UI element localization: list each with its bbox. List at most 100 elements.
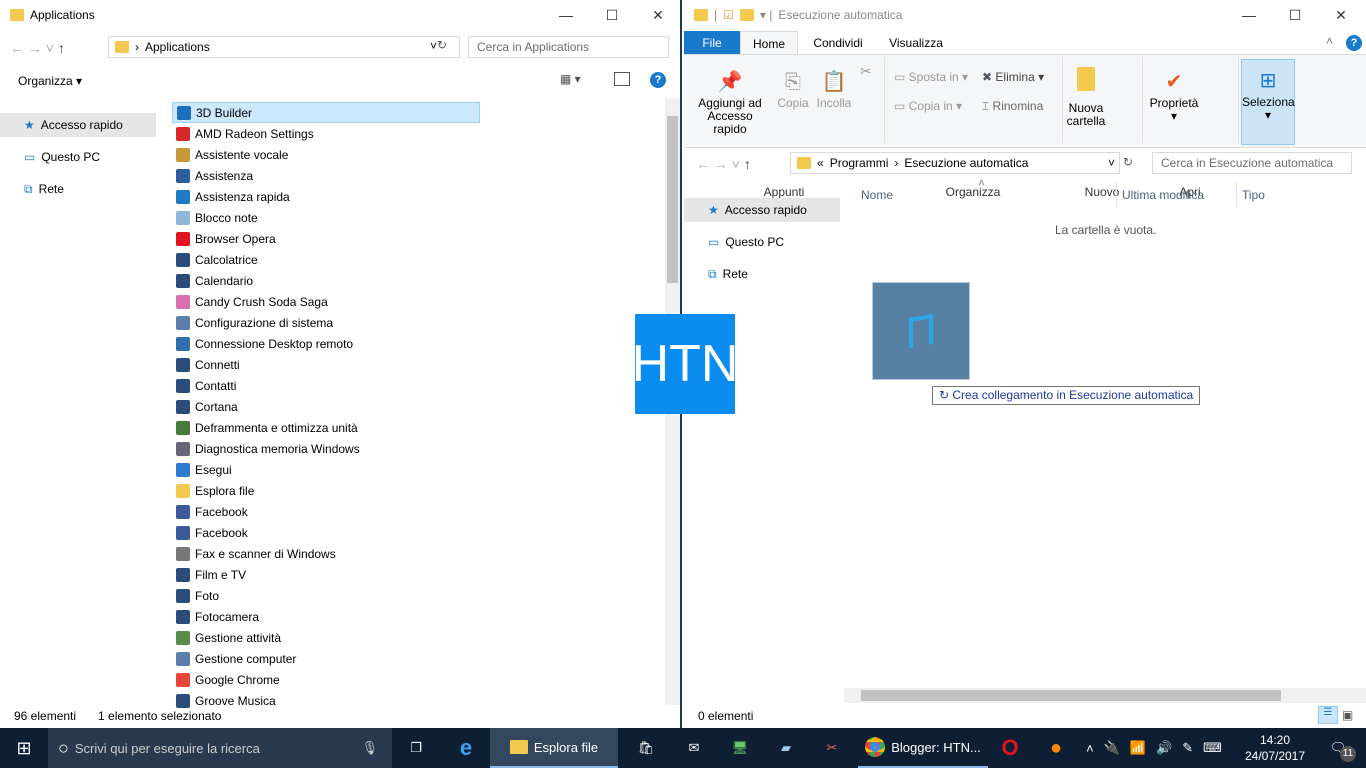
list-item[interactable]: Deframmenta e ottimizza unità [172, 417, 480, 438]
list-item[interactable]: Esegui [172, 459, 480, 480]
firefox-icon[interactable]: ● [1036, 728, 1076, 768]
close-button[interactable]: ✕ [635, 0, 680, 30]
list-item[interactable]: Gestione computer [172, 648, 480, 669]
list-item[interactable]: Fax e scanner di Windows [172, 543, 480, 564]
address-bar[interactable]: «Programmi › Esecuzione automatica ˅ [790, 152, 1120, 174]
horizontal-scrollbar[interactable] [844, 688, 1366, 703]
list-item[interactable]: 3D Builder [172, 102, 480, 123]
mail-icon[interactable]: ✉ [674, 728, 714, 768]
list-item[interactable]: Blocco note [172, 207, 480, 228]
scrollbar-thumb[interactable] [667, 116, 678, 283]
new-folder-icon[interactable] [739, 9, 754, 21]
list-item[interactable]: Candy Crush Soda Saga [172, 291, 480, 312]
chevron-down-icon[interactable]: ˅ [430, 39, 437, 53]
column-name[interactable]: Nome [861, 188, 893, 202]
tab-share[interactable]: Condividi [802, 31, 874, 55]
nav-quick-access[interactable]: ★ Accesso rapido [0, 113, 156, 137]
address-bar[interactable]: › Applications ˅ [108, 36, 460, 58]
list-item[interactable]: Gestione attività [172, 627, 480, 648]
column-modified[interactable]: Ultima modifica [1122, 188, 1204, 202]
list-item[interactable]: Foto [172, 585, 480, 606]
taskbar-chrome[interactable]: Blogger: HTN... [858, 728, 988, 768]
minimize-button[interactable]: — [1226, 0, 1272, 30]
breadcrumb-autostart[interactable]: Esecuzione automatica [904, 156, 1028, 170]
nav-arrows[interactable]: ← → ˅ ↑ [696, 156, 751, 172]
collapse-ribbon-icon[interactable]: ˄ [1326, 34, 1333, 48]
list-item[interactable]: Calendario [172, 270, 480, 291]
opera-icon[interactable]: O [990, 728, 1030, 768]
close-button[interactable]: ✕ [1318, 0, 1364, 30]
list-item[interactable]: Diagnostica memoria Windows [172, 438, 480, 459]
list-item[interactable]: Fotocamera [172, 606, 480, 627]
details-view-icon[interactable]: ☰ [1318, 706, 1338, 724]
list-item[interactable]: Configurazione di sistema [172, 312, 480, 333]
clock[interactable]: 14:20 24/07/2017 [1240, 728, 1310, 768]
search-input[interactable]: Cerca in Esecuzione automatica [1152, 152, 1352, 174]
select-button[interactable]: ⊞ Seleziona ▾ [1241, 59, 1295, 145]
move-to-button[interactable]: ▭ Sposta in ▾ [894, 71, 968, 84]
list-item[interactable]: Contatti [172, 375, 480, 396]
delete-button[interactable]: ✖ Elimina ▾ [982, 71, 1044, 84]
view-options-icon[interactable]: ▦ ▾ [560, 72, 581, 86]
paste-button[interactable]: 📋 Incolla [814, 67, 854, 110]
monitor-app-icon[interactable]: 🖥 [720, 728, 760, 768]
nav-this-pc[interactable]: ▭ Questo PC [0, 145, 156, 169]
list-item[interactable]: Assistenza rapida [172, 186, 480, 207]
nav-arrows[interactable]: ← → ˅ ↑ [10, 40, 65, 56]
refresh-icon[interactable]: ↻ [1123, 155, 1133, 169]
system-tray[interactable]: ˄ 🔌 📶 🔊 ✎ ⌨ [1084, 728, 1224, 768]
list-item[interactable]: Calcolatrice [172, 249, 480, 270]
list-item[interactable]: Assistenza [172, 165, 480, 186]
nav-quick-access[interactable]: ★ Accesso rapido [684, 198, 840, 222]
tab-view[interactable]: Visualizza [880, 31, 952, 55]
list-item[interactable]: Facebook [172, 522, 480, 543]
pin-quick-access-button[interactable]: 📌 Aggiungi ad Accesso rapido [690, 67, 770, 136]
notepad-icon[interactable]: ▰ [766, 728, 806, 768]
organize-menu[interactable]: Organizza ▾ [18, 74, 82, 88]
rename-button[interactable]: ⌶ Rinomina [982, 100, 1043, 113]
large-icons-view-icon[interactable]: ▣ [1342, 708, 1353, 722]
preview-pane-icon[interactable] [614, 72, 630, 86]
list-item[interactable]: Browser Opera [172, 228, 480, 249]
breadcrumb-programmi[interactable]: Programmi [830, 156, 889, 170]
list-item[interactable]: Esplora file [172, 480, 480, 501]
refresh-icon[interactable]: ↻ [437, 38, 447, 52]
copy-button[interactable]: ⎘ Copia [776, 67, 810, 110]
list-item[interactable]: Connessione Desktop remoto [172, 333, 480, 354]
column-type[interactable]: Tipo [1242, 188, 1265, 202]
help-icon[interactable]: ? [650, 72, 666, 88]
start-button[interactable]: ⊞ [0, 728, 48, 768]
list-item[interactable]: Assistente vocale [172, 144, 480, 165]
copy-to-button[interactable]: ▭ Copia in ▾ [894, 100, 962, 113]
taskbar-search[interactable]: ○ Scrivi qui per eseguire la ricerca 🎙 [48, 728, 392, 768]
list-item[interactable]: Film e TV [172, 564, 480, 585]
properties-icon[interactable]: ☑ [723, 8, 734, 22]
nav-network[interactable]: ⧉ Rete [684, 262, 840, 286]
list-item[interactable]: Facebook [172, 501, 480, 522]
scrollbar-thumb[interactable] [861, 690, 1281, 701]
tab-file[interactable]: File [684, 31, 740, 55]
tab-home[interactable]: Home [740, 31, 798, 55]
nav-this-pc[interactable]: ▭ Questo PC [684, 230, 840, 254]
store-icon[interactable]: 🛍 [626, 728, 666, 768]
edge-icon[interactable]: e [444, 728, 488, 768]
list-item[interactable]: Cortana [172, 396, 480, 417]
dragged-3d-builder-icon[interactable] [872, 282, 970, 380]
list-item[interactable]: AMD Radeon Settings [172, 123, 480, 144]
cut-icon[interactable]: ✂ [860, 63, 872, 80]
help-icon[interactable]: ? [1346, 35, 1362, 51]
snipping-tool-icon[interactable]: ✂ [812, 728, 852, 768]
properties-button[interactable]: ✔ Proprietà ▾ [1148, 67, 1200, 123]
list-item[interactable]: Connetti [172, 354, 480, 375]
maximize-button[interactable]: ☐ [1272, 0, 1318, 30]
search-input[interactable]: Cerca in Applications [468, 36, 669, 58]
taskbar-file-explorer[interactable]: Esplora file [490, 728, 618, 768]
maximize-button[interactable]: ☐ [589, 0, 635, 30]
new-folder-button[interactable]: Nuova cartella [1064, 67, 1108, 128]
minimize-button[interactable]: — [543, 0, 589, 30]
chevron-down-icon[interactable]: ˅ [1108, 156, 1115, 170]
task-view-icon[interactable]: ❐ [396, 728, 436, 768]
action-center-icon[interactable]: 🗨 11 [1318, 728, 1358, 768]
list-item[interactable]: Google Chrome [172, 669, 480, 690]
nav-network[interactable]: ⧉ Rete [0, 177, 156, 201]
